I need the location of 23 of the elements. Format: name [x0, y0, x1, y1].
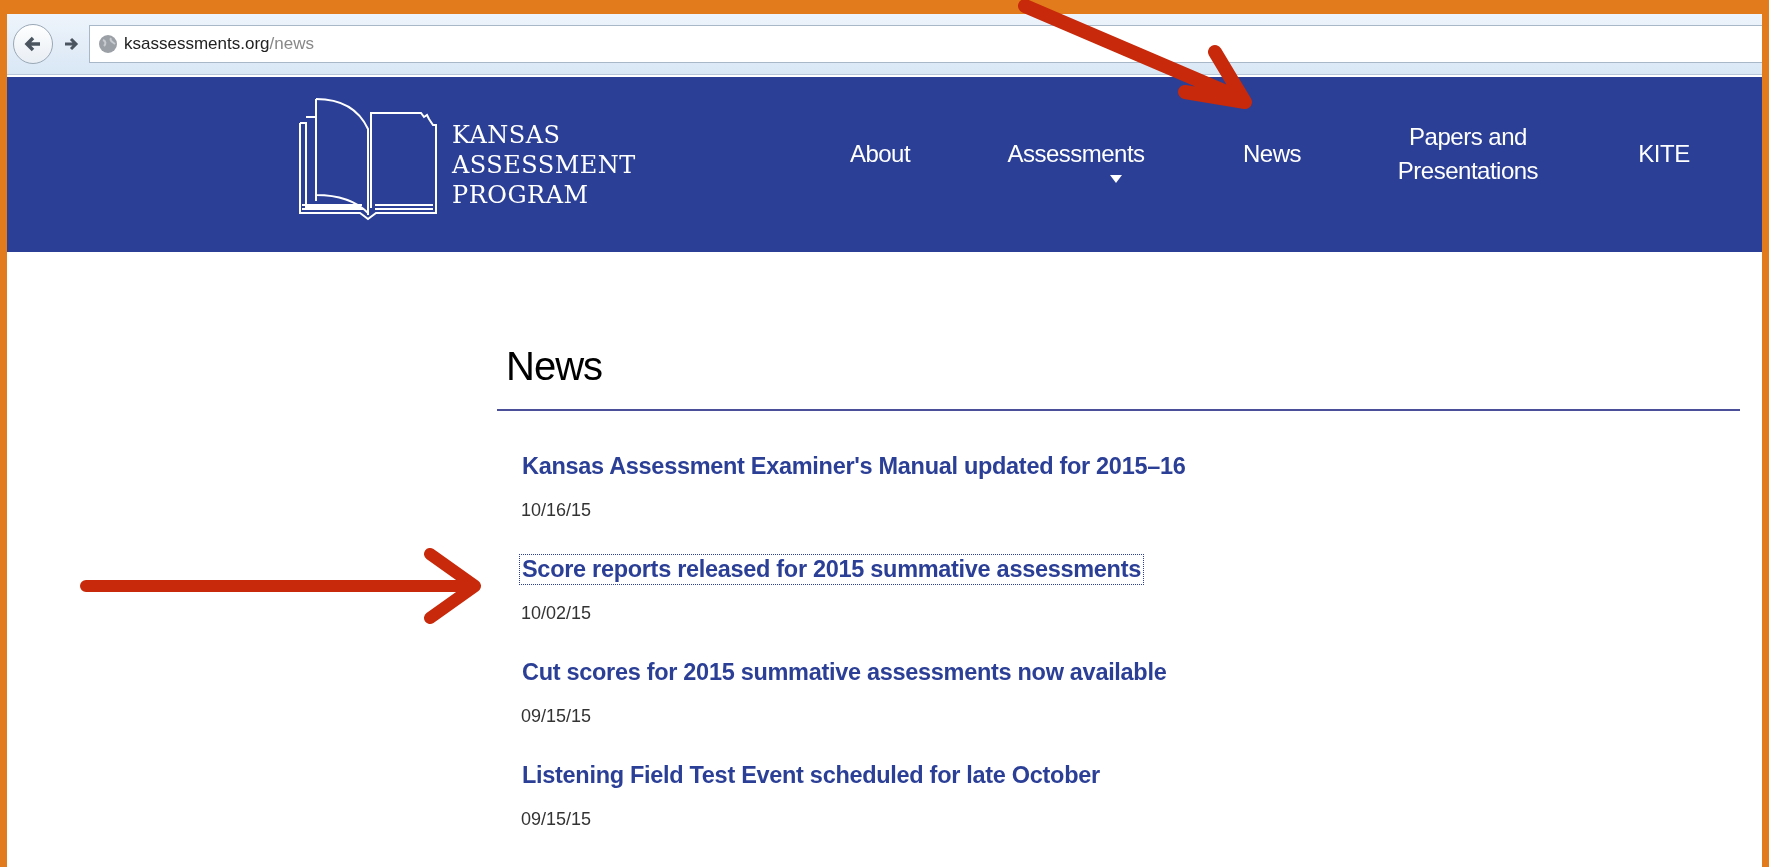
- nav-link[interactable]: KITE: [1566, 136, 1762, 171]
- back-button[interactable]: [13, 24, 53, 64]
- page-heading: News: [506, 344, 604, 389]
- news-date: 10/02/15: [521, 603, 593, 624]
- news-link[interactable]: Score reports released for 2015 summative assessments: [519, 554, 1144, 585]
- news-link[interactable]: Listening Field Test Event scheduled for late October: [519, 760, 1103, 791]
- url-host: ksassessments.org: [124, 34, 270, 53]
- logo-text: KANSAS: [452, 119, 562, 150]
- nav-link[interactable]: About: [782, 136, 978, 171]
- news-link[interactable]: Cut scores for 2015 summative assessments now available: [519, 657, 1170, 688]
- logo-text: PROGRAM: [452, 179, 590, 210]
- globe-icon: [98, 34, 118, 54]
- address-bar[interactable]: ksassessments.org/news: [89, 25, 1762, 63]
- logo-text: ASSESSMENT: [452, 149, 636, 180]
- url-path: /news: [269, 34, 314, 53]
- news-link[interactable]: Kansas Assessment Examiner's Manual updated for 2015–16: [519, 451, 1189, 482]
- nav-link[interactable]: News: [1174, 136, 1370, 171]
- forward-arrow-icon: [63, 36, 79, 52]
- nav-link[interactable]: Papers and Presentations: [1370, 119, 1566, 188]
- nav-link[interactable]: Assessments: [978, 136, 1174, 171]
- news-date: 09/15/15: [521, 706, 593, 727]
- news-date: 10/16/15: [521, 500, 593, 521]
- news-date: 09/15/15: [521, 809, 593, 830]
